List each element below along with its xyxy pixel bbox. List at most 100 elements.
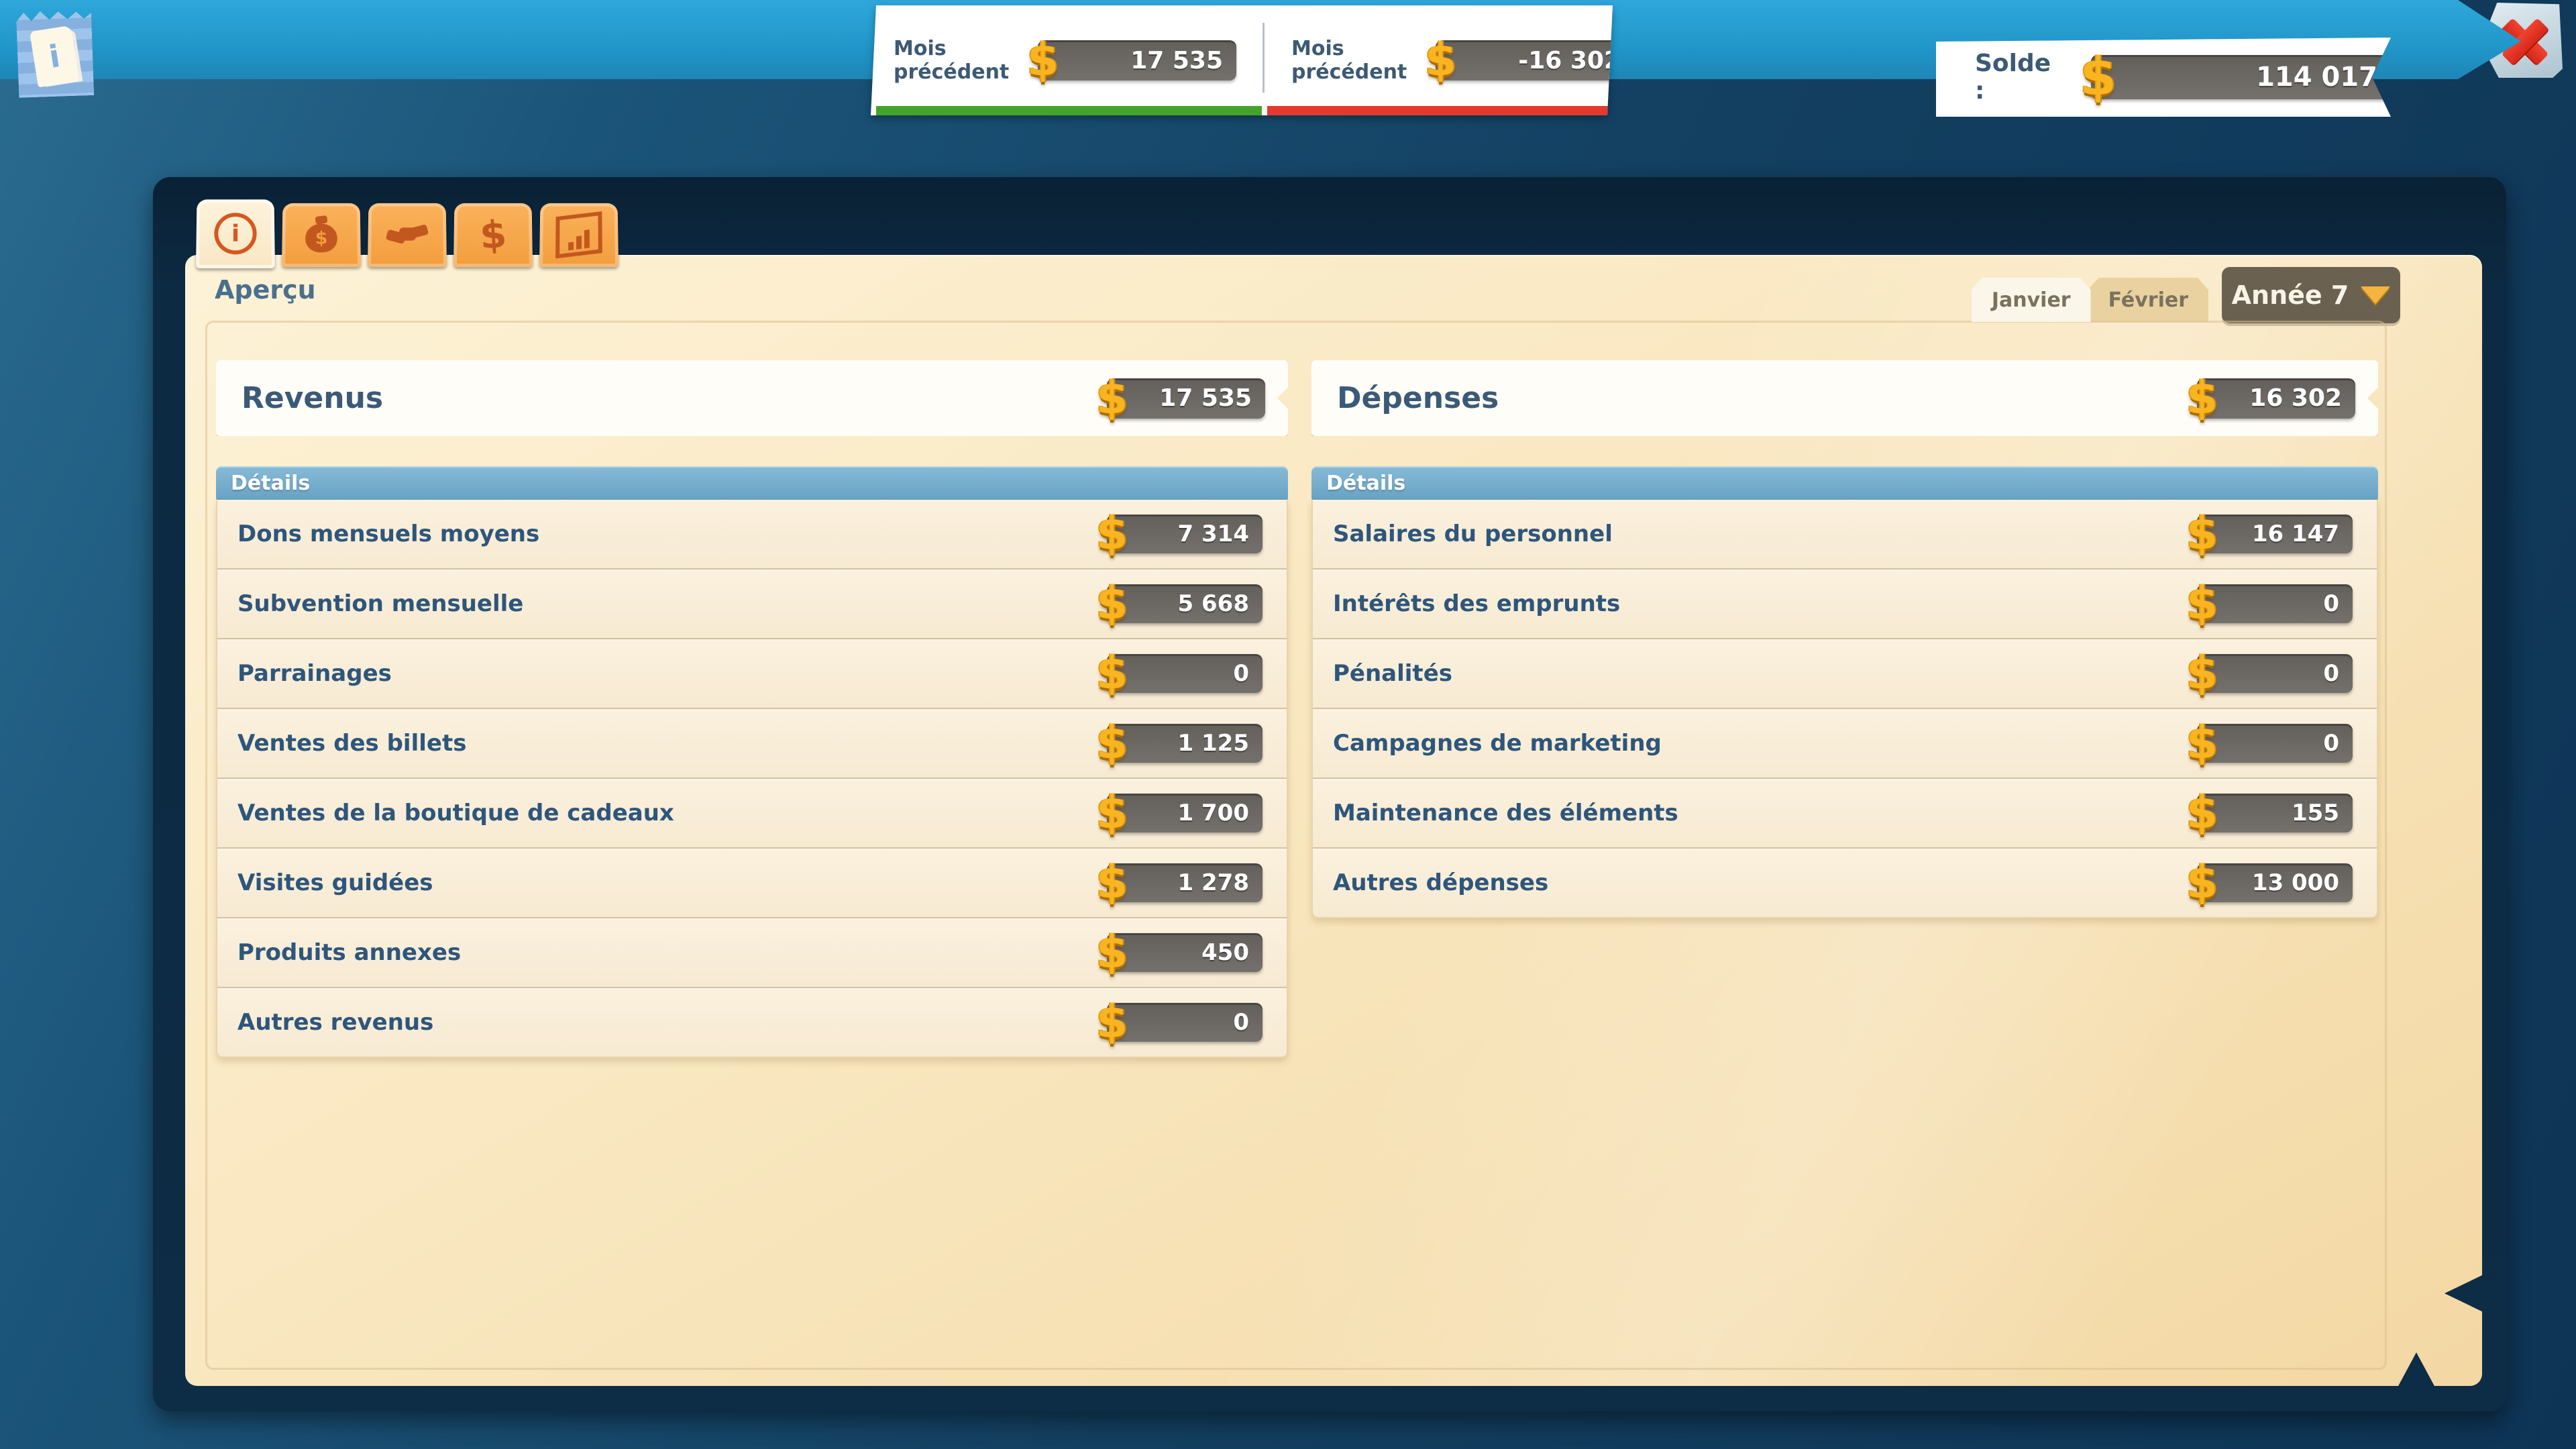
row-label: Visites guidées <box>237 869 433 896</box>
chevron-down-icon <box>2361 286 2390 304</box>
balance-value: 114 017 <box>2256 62 2377 93</box>
frame-notch-bottom <box>2398 1352 2435 1387</box>
table-row: Parrainages $0 <box>217 638 1287 708</box>
previous-month-banners: Mois précédent $ 17 535 Mois précédent $… <box>867 5 1613 115</box>
row-value-pill: $13 000 <box>2197 863 2353 902</box>
dollar-icon: $ <box>2186 581 2218 627</box>
row-label: Maintenance des éléments <box>1333 800 1678 826</box>
dollar-icon: $ <box>1096 860 1128 906</box>
month-selector: Janvier Février <box>1972 278 2208 322</box>
expenses-title: Dépenses <box>1337 381 1499 415</box>
row-label: Autres revenus <box>237 1009 433 1036</box>
row-value: 1 125 <box>1178 730 1249 757</box>
row-label: Parrainages <box>237 660 392 687</box>
table-row: Produits annexes $450 <box>217 917 1287 987</box>
details-label: Détails <box>1326 472 1405 495</box>
row-value: 155 <box>2292 800 2339 826</box>
row-value: 13 000 <box>2252 869 2339 896</box>
table-row: Intérêts des emprunts $0 <box>1313 568 2377 638</box>
ledger-book-icon: i <box>16 7 95 98</box>
month-button-label: Février <box>2108 288 2188 312</box>
row-value: 16 147 <box>2252 521 2339 547</box>
handshake-icon <box>386 221 428 250</box>
revenues-title: Revenus <box>241 381 383 415</box>
row-label: Salaires du personnel <box>1333 521 1613 547</box>
positive-trend-strip <box>876 106 1262 115</box>
row-label: Ventes des billets <box>237 730 466 757</box>
overview-panel: Aperçu Janvier Février Année 7 Revenus <box>185 255 2482 1386</box>
row-label: Autres dépenses <box>1333 869 1548 896</box>
expenses-header-card: Dépenses $ 16 302 <box>1311 360 2378 436</box>
row-label: Subvention mensuelle <box>237 590 523 617</box>
row-value: 450 <box>1201 939 1249 966</box>
tab-pricing[interactable]: $ <box>453 203 533 267</box>
dollar-icon: $ <box>1096 1000 1128 1045</box>
previous-month-income-value: 17 535 <box>1130 47 1223 74</box>
tab-charts[interactable] <box>539 203 619 267</box>
revenues-table: Dons mensuels moyens $7 314 Subvention m… <box>216 500 1288 1058</box>
dollar-icon: $ <box>478 212 508 258</box>
expenses-table: Salaires du personnel $16 147 Intérêts d… <box>1311 500 2378 918</box>
panel-title: Aperçu <box>215 275 316 305</box>
previous-month-income: Mois précédent $ 17 535 <box>867 5 1265 115</box>
finances-screen: i Finances Mois précédent $ 17 535 Mois … <box>0 0 2576 1449</box>
table-row: Ventes des billets $1 125 <box>217 708 1287 777</box>
expenses-details-header: Détails <box>1311 466 2378 500</box>
money-bag-icon: $ <box>302 216 341 254</box>
table-row: Visites guidées $1 278 <box>217 847 1287 917</box>
row-value-pill: $1 700 <box>1107 794 1263 833</box>
previous-month-net-value: -16 302 <box>1518 47 1621 74</box>
revenues-column: Revenus $ 17 535 Détails Dons mensuels m… <box>216 360 1288 1058</box>
row-value-pill: $5 668 <box>1107 584 1263 623</box>
tab-sponsorships[interactable] <box>368 203 447 267</box>
table-row: Subvention mensuelle $5 668 <box>217 568 1287 638</box>
row-value: 7 314 <box>1178 521 1249 547</box>
expenses-column: Dépenses $ 16 302 Détails Salaires du pe… <box>1311 360 2378 918</box>
previous-month-income-value-pill: $ 17 535 <box>1038 40 1236 80</box>
row-value: 0 <box>2323 660 2339 687</box>
month-button-label: Janvier <box>1992 288 2071 312</box>
row-value-pill: $0 <box>2197 724 2353 763</box>
table-row: Salaires du personnel $16 147 <box>1313 500 2377 568</box>
row-value: 1 278 <box>1178 869 1249 896</box>
balance-value-pill: $ 114 017 <box>2091 55 2391 99</box>
row-value-pill: $450 <box>1107 933 1263 972</box>
book-glyph: i <box>30 25 79 88</box>
dollar-icon: $ <box>2186 790 2218 836</box>
row-value-pill: $1 125 <box>1107 724 1263 763</box>
month-button-fevrier[interactable]: Février <box>2088 278 2208 322</box>
revenues-header-card: Revenus $ 17 535 <box>216 360 1288 436</box>
details-label: Détails <box>231 472 310 495</box>
row-value: 1 700 <box>1178 800 1249 826</box>
table-row: Autres dépenses $13 000 <box>1313 847 2377 917</box>
previous-month-net-value-pill: $ -16 302 <box>1436 40 1634 80</box>
row-label: Dons mensuels moyens <box>237 521 539 547</box>
year-dropdown-label: Année 7 <box>2232 280 2349 310</box>
month-button-janvier[interactable]: Janvier <box>1972 278 2091 322</box>
expenses-total: 16 302 <box>2249 384 2342 412</box>
dollar-icon: $ <box>2186 720 2218 766</box>
row-value: 5 668 <box>1178 590 1249 617</box>
row-label: Produits annexes <box>237 939 461 966</box>
info-icon: i <box>214 213 257 254</box>
dollar-icon: $ <box>1096 790 1128 836</box>
row-value: 0 <box>1233 1009 1249 1036</box>
finances-window-frame: Aperçu Janvier Février Année 7 Revenus <box>153 177 2506 1411</box>
tab-overview[interactable]: i <box>196 199 275 268</box>
row-value-pill: $16 147 <box>2197 515 2353 553</box>
row-value-pill: $0 <box>2197 654 2353 693</box>
row-label: Pénalités <box>1333 660 1452 687</box>
revenues-details-header: Détails <box>216 466 1288 500</box>
balance-banner: Solde : $ 114 017 <box>1936 38 2391 117</box>
tab-money-bag[interactable]: $ <box>282 203 361 267</box>
row-value-pill: $1 278 <box>1107 863 1263 902</box>
dollar-icon: $ <box>1096 930 1128 975</box>
dollar-icon: $ <box>1096 651 1128 696</box>
year-dropdown[interactable]: Année 7 <box>2222 267 2400 323</box>
revenues-total-pill: $ 17 535 <box>1107 378 1265 419</box>
row-label: Intérêts des emprunts <box>1333 590 1620 617</box>
table-row: Maintenance des éléments $155 <box>1313 777 2377 847</box>
table-row: Pénalités $0 <box>1313 638 2377 708</box>
previous-month-income-label: Mois précédent <box>894 37 1038 84</box>
row-value-pill: $155 <box>2197 794 2353 833</box>
